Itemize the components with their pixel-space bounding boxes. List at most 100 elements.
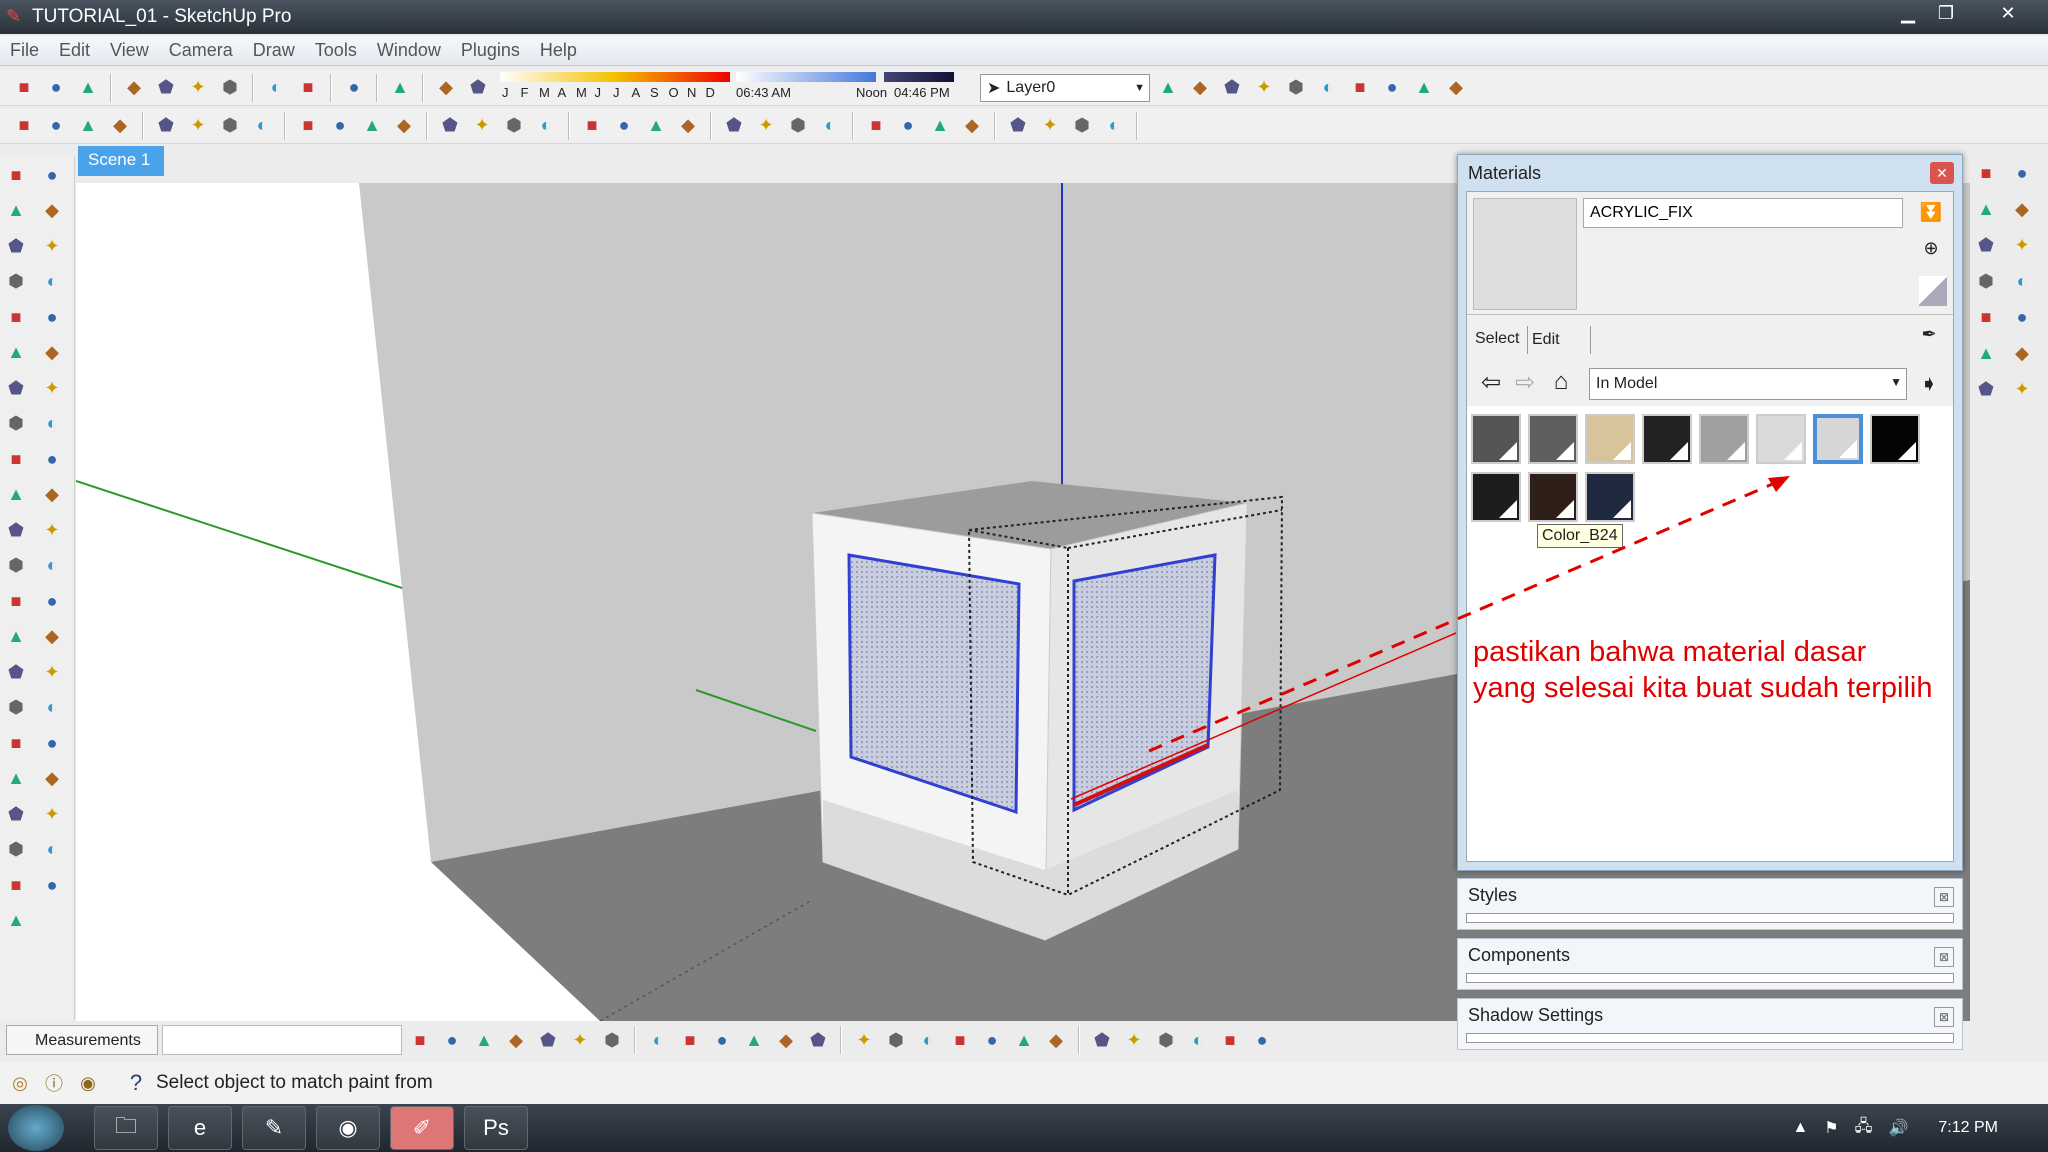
tool-a-icon[interactable]: ▲ xyxy=(926,112,954,140)
undo-icon[interactable]: ◐ xyxy=(262,74,290,102)
sub-icon[interactable]: ◆ xyxy=(390,112,418,140)
model-a-icon[interactable]: ■ xyxy=(2,729,30,757)
material-swatch[interactable] xyxy=(1642,414,1692,464)
tool-c-icon[interactable]: ⬟ xyxy=(1004,112,1032,140)
help-icon[interactable]: ? xyxy=(122,1069,150,1097)
protractor-icon[interactable]: ▲ xyxy=(2,481,30,509)
library-dropdown[interactable]: In Model ▼ xyxy=(1589,368,1907,400)
save-icon[interactable]: ▲ xyxy=(74,74,102,102)
r8-icon[interactable]: ⬟ xyxy=(1972,375,2000,403)
warehouse-icon[interactable]: ⬟ xyxy=(1088,1026,1116,1054)
section-plane-icon[interactable]: ● xyxy=(42,112,70,140)
layer-manager-icon[interactable]: ▲ xyxy=(1154,74,1182,102)
dimension-icon[interactable]: ● xyxy=(38,445,66,473)
menu-file[interactable]: File xyxy=(0,36,49,65)
r3-icon[interactable]: ◐ xyxy=(2008,267,2036,295)
materials-close-button[interactable]: ✕ xyxy=(1930,162,1954,184)
zoom-window-icon[interactable]: ▲ xyxy=(2,623,30,651)
close-button[interactable]: ✕ xyxy=(1984,2,2032,26)
axes-icon[interactable]: ⬟ xyxy=(2,516,30,544)
home-icon[interactable]: ⌂ xyxy=(1547,368,1575,396)
section-icon[interactable]: ◐ xyxy=(38,694,66,722)
style-f-icon[interactable]: ▲ xyxy=(1010,1026,1038,1054)
material-swatch[interactable] xyxy=(1471,472,1521,522)
erase-icon[interactable]: ⬢ xyxy=(216,74,244,102)
copy-icon[interactable]: ⬟ xyxy=(152,74,180,102)
tape-measure-icon[interactable]: ■ xyxy=(2,445,30,473)
shaded-icon[interactable]: ⬟ xyxy=(534,1026,562,1054)
menu-window[interactable]: Window xyxy=(367,36,451,65)
taskbar-photoshop-button[interactable]: Ps xyxy=(464,1106,528,1150)
pan-icon[interactable]: ■ xyxy=(578,112,606,140)
unfold-icon[interactable]: ✦ xyxy=(184,112,212,140)
paint-r-icon[interactable]: ● xyxy=(2008,159,2036,187)
details-arrow-icon[interactable]: ➧ xyxy=(1915,370,1943,398)
tag-icon[interactable]: ⬟ xyxy=(2,800,30,828)
restore-button[interactable]: ❐ xyxy=(1928,2,1964,26)
move-icon[interactable]: ▲ xyxy=(2,339,30,367)
volume-icon[interactable]: 🔊 xyxy=(1888,1118,1908,1138)
shadow-toggle-icon[interactable]: ◆ xyxy=(432,74,460,102)
model-b-icon[interactable]: ● xyxy=(38,729,66,757)
home-icon[interactable]: ⬢ xyxy=(1152,1026,1180,1054)
follow-me-icon[interactable]: ✦ xyxy=(38,374,66,402)
material-swatch[interactable] xyxy=(1471,414,1521,464)
orbit-icon[interactable]: ⬢ xyxy=(2,552,30,580)
geo-a-icon[interactable]: ● xyxy=(1378,74,1406,102)
hidden-line-icon[interactable]: ◆ xyxy=(502,1026,530,1054)
terrain-a-icon[interactable]: ■ xyxy=(862,112,890,140)
create-material-icon[interactable]: ⊕ xyxy=(1917,234,1945,262)
material-swatch[interactable] xyxy=(1585,472,1635,522)
star-icon[interactable]: ● xyxy=(38,871,66,899)
start-button[interactable] xyxy=(8,1105,64,1151)
text-icon[interactable]: ◆ xyxy=(38,481,66,509)
rectangle-icon[interactable]: ⬟ xyxy=(2,232,30,260)
tool-e-icon[interactable]: ⬢ xyxy=(1068,112,1096,140)
r4-icon[interactable]: ■ xyxy=(1972,303,2000,331)
style-g-icon[interactable]: ◆ xyxy=(1042,1026,1070,1054)
textured-icon[interactable]: ✦ xyxy=(566,1026,594,1054)
monochrome-icon[interactable]: ⬢ xyxy=(598,1026,626,1054)
material-swatch[interactable] xyxy=(1756,414,1806,464)
open-folder-icon[interactable]: ● xyxy=(42,74,70,102)
scale-icon[interactable]: ⬢ xyxy=(2,410,30,438)
eraser-icon[interactable]: ◆ xyxy=(38,197,66,225)
shadow-close-icon[interactable]: ⊠ xyxy=(1934,1007,1954,1027)
material-swatch[interactable] xyxy=(1528,414,1578,464)
drape-icon[interactable]: ✦ xyxy=(752,112,780,140)
rotate-icon[interactable]: ⬟ xyxy=(2,374,30,402)
display-secondary-pane-icon[interactable]: ⏬ xyxy=(1917,198,1945,226)
axes-icon[interactable]: ■ xyxy=(10,112,38,140)
r9-icon[interactable]: ✦ xyxy=(2008,375,2036,403)
back-edges-icon[interactable]: ● xyxy=(438,1026,466,1054)
skin-icon[interactable]: ● xyxy=(326,112,354,140)
offset-icon[interactable]: ◐ xyxy=(38,410,66,438)
taskbar-explorer-button[interactable]: 🗀 xyxy=(94,1106,158,1150)
menu-help[interactable]: Help xyxy=(530,36,587,65)
rotate-left-icon[interactable]: ⬢ xyxy=(216,112,244,140)
freehand-icon[interactable]: ● xyxy=(38,303,66,331)
orbit-r-icon[interactable]: ■ xyxy=(1972,159,2000,187)
position-camera-icon[interactable]: ⬟ xyxy=(2,658,30,686)
user-icon[interactable]: ◉ xyxy=(74,1069,102,1097)
tool-d-icon[interactable]: ✦ xyxy=(1036,112,1064,140)
arc-icon[interactable]: ◐ xyxy=(38,268,66,296)
material-swatch[interactable] xyxy=(1813,414,1863,464)
play-icon[interactable]: ⬟ xyxy=(436,112,464,140)
model-info-icon[interactable]: ▲ xyxy=(386,74,414,102)
circle-icon[interactable]: ⬢ xyxy=(2,268,30,296)
shadow-settings-panel[interactable]: Shadow Settings ⊠ xyxy=(1457,998,1963,1050)
menu-tools[interactable]: Tools xyxy=(305,36,367,65)
geo-c-icon[interactable]: ◆ xyxy=(1442,74,1470,102)
date-slider[interactable] xyxy=(500,71,730,82)
sandbox-icon[interactable]: ⬢ xyxy=(2,836,30,864)
tool-b-icon[interactable]: ◆ xyxy=(958,112,986,140)
shadow-date-time-sliders[interactable]: J F M A M J J A S O N D 06:43 AM Noon 04:46 PM xyxy=(496,71,976,104)
credits-icon[interactable]: ⓘ xyxy=(40,1069,68,1097)
redo-icon[interactable]: ■ xyxy=(294,74,322,102)
previous-view-icon[interactable]: ◆ xyxy=(38,623,66,651)
menu-camera[interactable]: Camera xyxy=(159,36,243,65)
shadow-settings-icon[interactable]: ⬟ xyxy=(464,74,492,102)
styles-panel[interactable]: Styles ⊠ xyxy=(1457,878,1963,930)
stamp-icon[interactable]: ⬟ xyxy=(720,112,748,140)
